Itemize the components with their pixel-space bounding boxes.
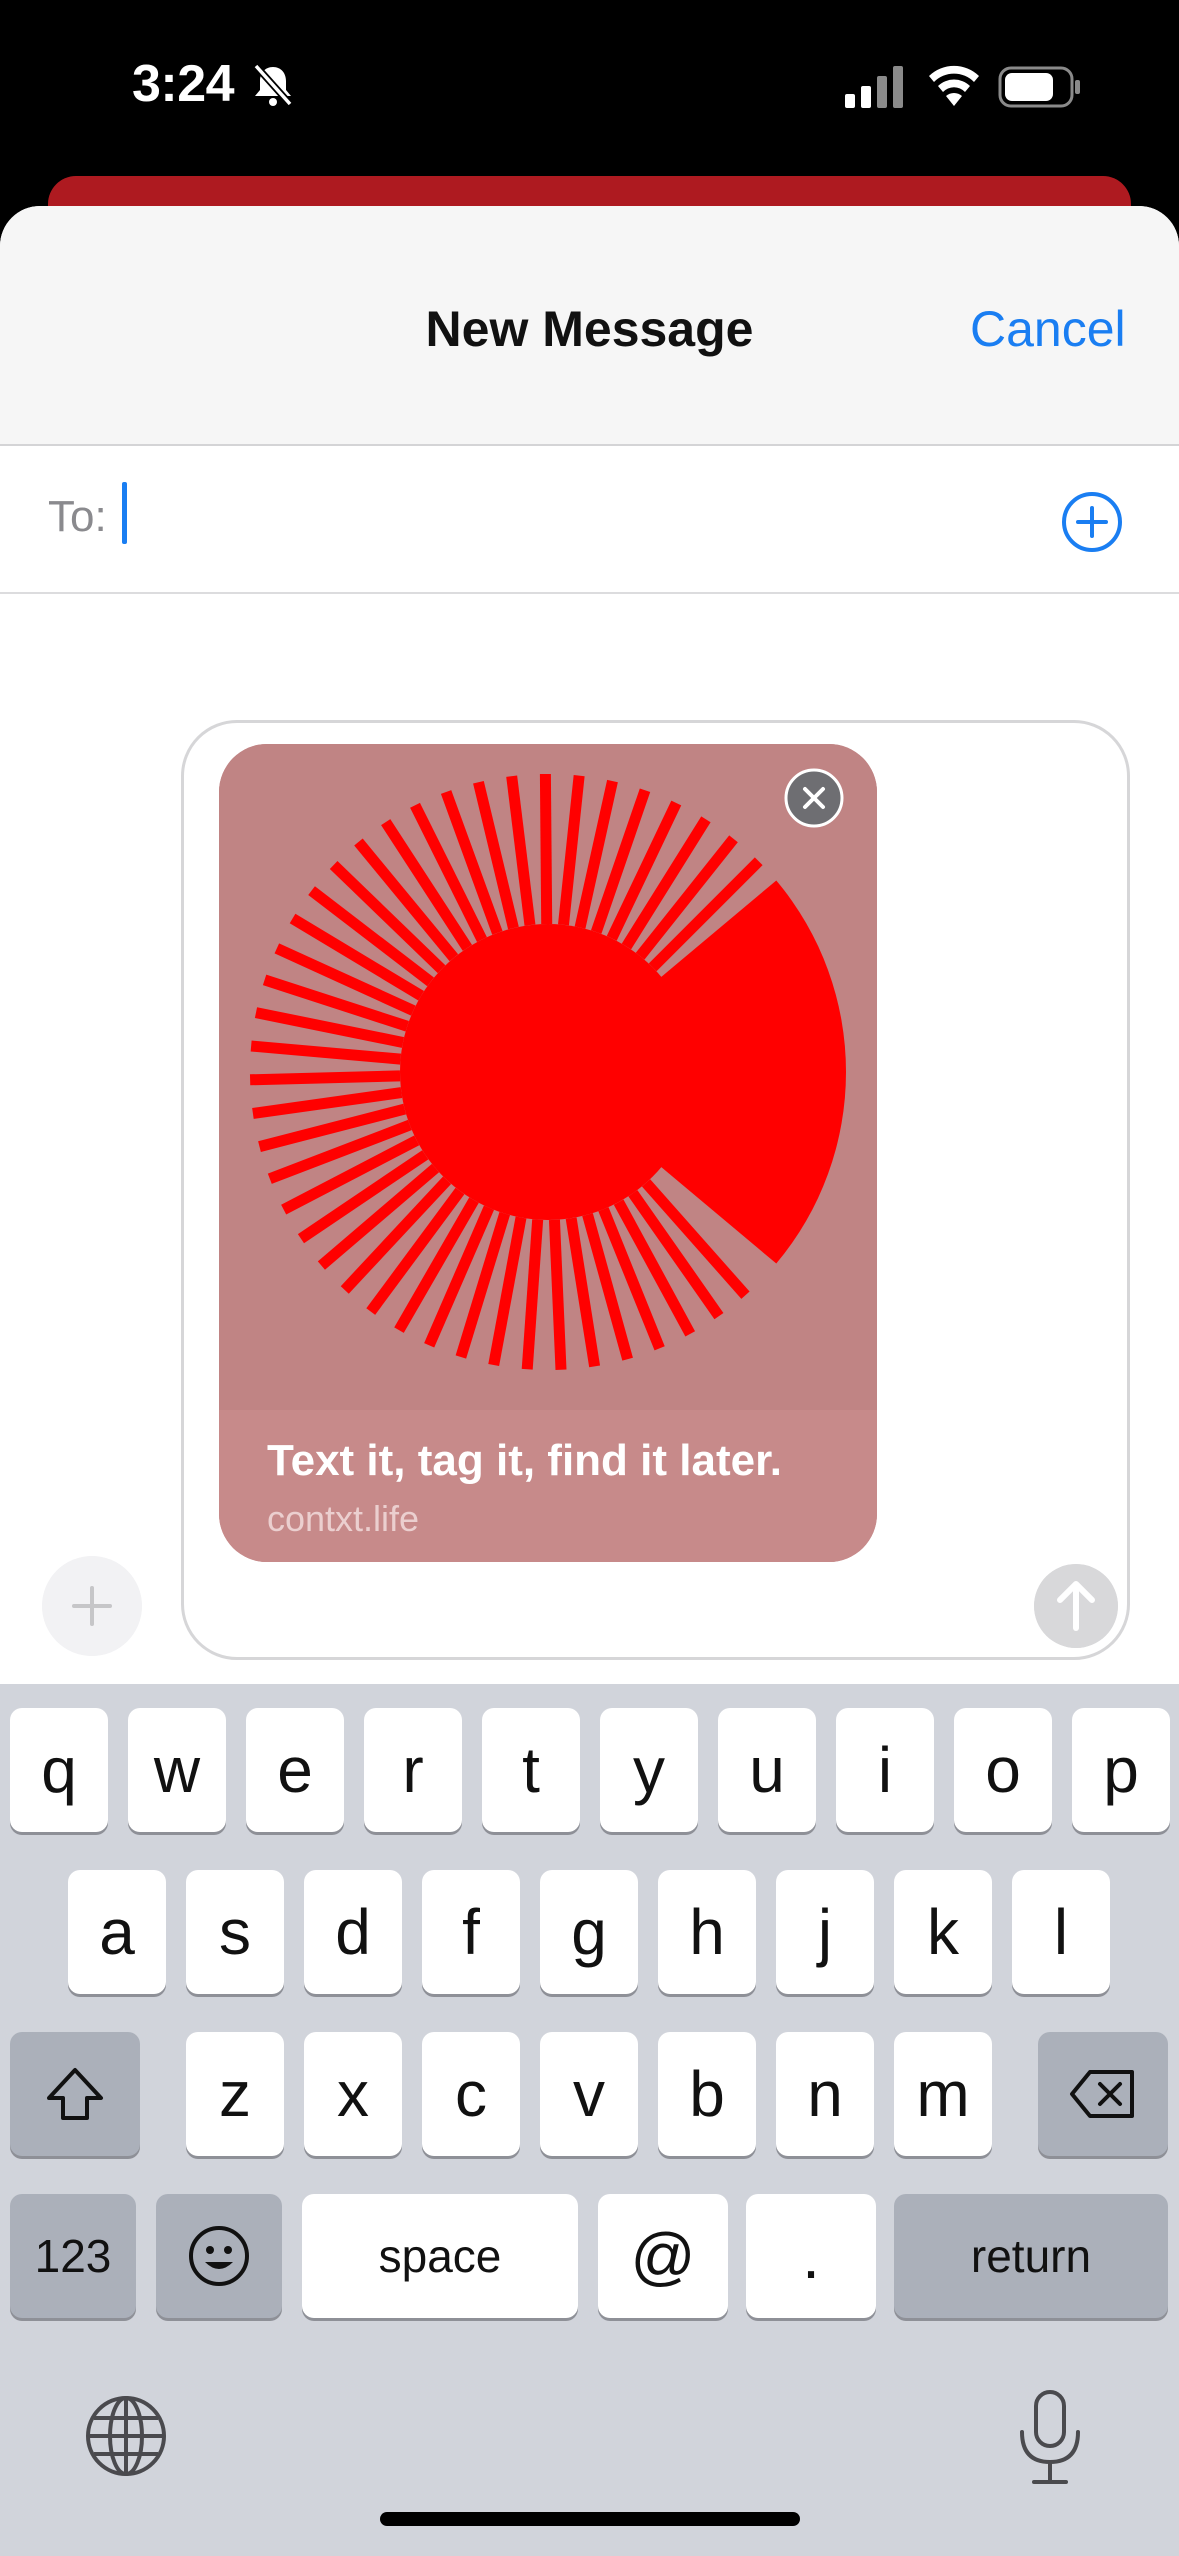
key-label: return bbox=[970, 2230, 1092, 2282]
backspace-key[interactable] bbox=[1038, 2032, 1168, 2156]
shift-icon bbox=[47, 2068, 103, 2120]
return-key[interactable]: return bbox=[894, 2194, 1168, 2318]
key-label: p bbox=[1103, 1734, 1139, 1806]
key-h[interactable]: h bbox=[658, 1870, 756, 1994]
sheet-header: New Message Cancel bbox=[0, 206, 1179, 446]
key-c[interactable]: c bbox=[422, 2032, 520, 2156]
key-label: 123 bbox=[34, 2230, 112, 2282]
link-preview-title: Text it, tag it, find it later. bbox=[267, 1436, 783, 1485]
battery-icon bbox=[998, 66, 1080, 108]
emoji-icon bbox=[189, 2226, 249, 2286]
key-label: j bbox=[817, 1896, 833, 1968]
recipient-row: To: bbox=[0, 448, 1179, 594]
key-label: c bbox=[455, 2058, 487, 2130]
plus-icon[interactable] bbox=[42, 1556, 142, 1656]
home-indicator bbox=[380, 2512, 800, 2526]
key-a[interactable]: a bbox=[68, 1870, 166, 1994]
key-u[interactable]: u bbox=[718, 1708, 816, 1832]
backspace-icon bbox=[1070, 2070, 1134, 2118]
key-label: h bbox=[689, 1896, 725, 1968]
key-n[interactable]: n bbox=[776, 2032, 874, 2156]
key-p[interactable]: p bbox=[1072, 1708, 1170, 1832]
key-label: e bbox=[277, 1734, 313, 1806]
key-label: @ bbox=[630, 2220, 696, 2292]
arrow-up-icon[interactable] bbox=[1034, 1564, 1118, 1648]
key-j[interactable]: j bbox=[776, 1870, 874, 1994]
key-i[interactable]: i bbox=[836, 1708, 934, 1832]
key-label: z bbox=[219, 2058, 251, 2130]
microphone-icon[interactable] bbox=[1014, 2388, 1086, 2488]
status-time: 3:24 bbox=[132, 55, 235, 113]
key-r[interactable]: r bbox=[364, 1708, 462, 1832]
key-label: q bbox=[41, 1734, 77, 1806]
key-b[interactable]: b bbox=[658, 2032, 756, 2156]
key-label: l bbox=[1053, 1896, 1069, 1968]
cancel-button[interactable]: Cancel bbox=[970, 300, 1126, 358]
key-label: b bbox=[689, 2058, 725, 2130]
signal-icon bbox=[845, 66, 903, 108]
key-label: t bbox=[522, 1734, 540, 1806]
key-label: y bbox=[633, 1734, 665, 1806]
close-circle-icon[interactable] bbox=[784, 768, 844, 828]
key-label: r bbox=[402, 1734, 424, 1806]
key-z[interactable]: z bbox=[186, 2032, 284, 2156]
plus-circle-icon[interactable] bbox=[1060, 490, 1124, 554]
key-label: . bbox=[802, 2220, 820, 2292]
key-label: v bbox=[573, 2058, 605, 2130]
key-label: space bbox=[378, 2230, 502, 2282]
key-label: k bbox=[927, 1896, 959, 1968]
key-y[interactable]: y bbox=[600, 1708, 698, 1832]
key-l[interactable]: l bbox=[1012, 1870, 1110, 1994]
link-preview-card[interactable]: Text it, tag it, find it later. contxt.l… bbox=[219, 744, 877, 1562]
key-w[interactable]: w bbox=[128, 1708, 226, 1832]
period-key[interactable]: . bbox=[746, 2194, 876, 2318]
at-key[interactable]: @ bbox=[598, 2194, 728, 2318]
key-label: d bbox=[335, 1896, 371, 1968]
key-label: f bbox=[462, 1896, 480, 1968]
key-s[interactable]: s bbox=[186, 1870, 284, 1994]
key-m[interactable]: m bbox=[894, 2032, 992, 2156]
globe-icon[interactable] bbox=[84, 2394, 168, 2478]
key-label: i bbox=[877, 1734, 893, 1806]
sunburst-logo-icon bbox=[249, 773, 846, 1370]
key-label: s bbox=[219, 1896, 251, 1968]
key-q[interactable]: q bbox=[10, 1708, 108, 1832]
key-label: n bbox=[807, 2058, 843, 2130]
space-key[interactable]: space bbox=[302, 2194, 578, 2318]
key-d[interactable]: d bbox=[304, 1870, 402, 1994]
link-preview-image bbox=[219, 744, 877, 1410]
keyboard: q w e r t y u i o p a s d f g h j k l z … bbox=[0, 1684, 1179, 2556]
link-preview-footer: Text it, tag it, find it later. contxt.l… bbox=[219, 1410, 877, 1562]
recipient-input[interactable] bbox=[122, 478, 1022, 558]
key-v[interactable]: v bbox=[540, 2032, 638, 2156]
numbers-key[interactable]: 123 bbox=[10, 2194, 136, 2318]
emoji-key[interactable] bbox=[156, 2194, 282, 2318]
bell-slash-icon bbox=[253, 63, 293, 107]
key-label: g bbox=[571, 1896, 607, 1968]
key-e[interactable]: e bbox=[246, 1708, 344, 1832]
wifi-icon bbox=[929, 65, 979, 106]
to-label: To: bbox=[48, 492, 107, 541]
key-label: o bbox=[985, 1734, 1021, 1806]
text-cursor bbox=[122, 482, 127, 544]
key-o[interactable]: o bbox=[954, 1708, 1052, 1832]
link-preview-domain: contxt.life bbox=[267, 1498, 420, 1539]
key-t[interactable]: t bbox=[482, 1708, 580, 1832]
key-label: u bbox=[749, 1734, 785, 1806]
key-x[interactable]: x bbox=[304, 2032, 402, 2156]
shift-key[interactable] bbox=[10, 2032, 140, 2156]
key-label: m bbox=[916, 2058, 970, 2130]
key-label: a bbox=[99, 1896, 135, 1968]
key-label: w bbox=[153, 1734, 201, 1806]
key-label: x bbox=[337, 2058, 369, 2130]
key-g[interactable]: g bbox=[540, 1870, 638, 1994]
key-f[interactable]: f bbox=[422, 1870, 520, 1994]
key-k[interactable]: k bbox=[894, 1870, 992, 1994]
